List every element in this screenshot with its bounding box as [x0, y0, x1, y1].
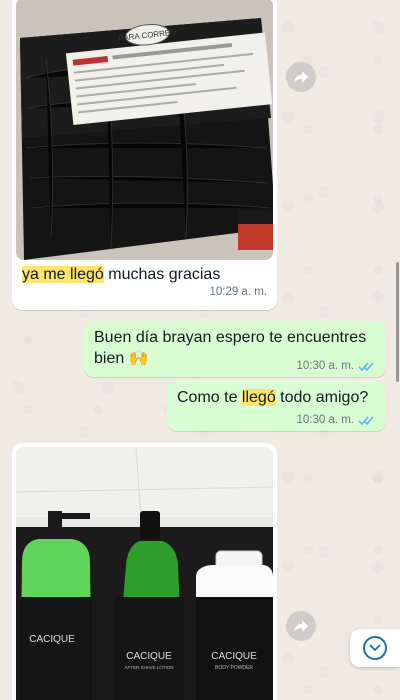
package-photo[interactable]: PARA CORREO — [16, 0, 273, 260]
message-time: 10:30 a. m. — [296, 360, 354, 372]
incoming-image-message[interactable]: CACIQUE CACIQUE AFTER SHAVE LOTION CACIQ… — [12, 443, 277, 700]
products-image: CACIQUE CACIQUE AFTER SHAVE LOTION CACIQ… — [16, 447, 273, 700]
product-label: CACIQUE — [211, 651, 257, 662]
message-text: Como te — [177, 389, 242, 406]
highlighted-text: llegó — [241, 389, 276, 406]
products-photo[interactable]: CACIQUE CACIQUE AFTER SHAVE LOTION CACIQ… — [16, 447, 273, 700]
product-label: CACIQUE — [29, 634, 75, 645]
product-subtitle: BODY POWDER — [215, 665, 253, 671]
image-caption: ya me llegó muchas gracias 10:29 a. m. — [22, 264, 267, 298]
message-time: 10:30 a. m. — [296, 414, 354, 426]
forward-button[interactable] — [286, 62, 316, 92]
double-check-icon — [358, 415, 374, 425]
caption-text: muchas gracias — [103, 266, 221, 283]
double-check-icon — [358, 361, 374, 371]
product-subtitle: AFTER SHAVE LOTION — [125, 665, 174, 670]
scroll-to-bottom-button[interactable] — [350, 629, 400, 667]
forward-button[interactable] — [286, 611, 316, 641]
message-text: todo amigo? — [275, 389, 369, 406]
message-time: 10:29 a. m. — [209, 286, 267, 298]
package-image: PARA CORREO — [16, 0, 273, 260]
incoming-image-message[interactable]: PARA CORREO ya me llegó muchas gracias 1… — [12, 0, 277, 310]
message-text-continued: bien — [94, 350, 125, 367]
forward-arrow-icon — [294, 620, 308, 632]
product-label: CACIQUE — [126, 651, 172, 662]
chevron-down-icon — [363, 636, 387, 660]
outgoing-text-message[interactable]: Como te llegó todo amigo? 10:30 a. m. — [167, 381, 386, 431]
highlighted-text: ya me llegó — [22, 266, 104, 283]
message-text: Buen día brayan espero te encuentres — [94, 329, 367, 346]
outgoing-text-message[interactable]: Buen día brayan espero te encuentres bie… — [84, 321, 386, 377]
forward-arrow-icon — [294, 71, 308, 83]
scrollbar[interactable] — [396, 262, 399, 382]
raised-hands-emoji: 🙌 — [128, 350, 149, 367]
